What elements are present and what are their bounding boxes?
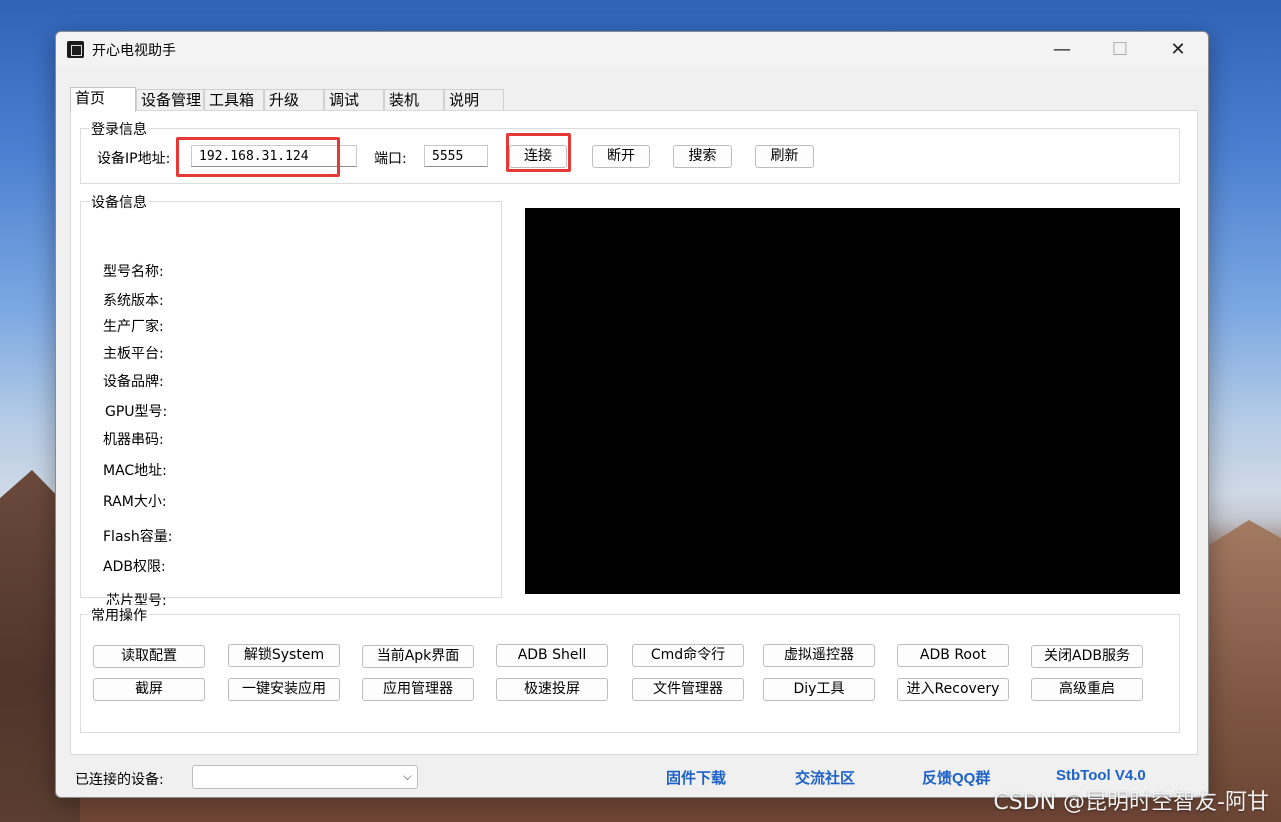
- current-apk-button[interactable]: 当前Apk界面: [362, 645, 474, 668]
- app-manager-button[interactable]: 应用管理器: [362, 678, 474, 701]
- enter-recovery-button[interactable]: 进入Recovery: [897, 678, 1009, 701]
- fast-cast-button[interactable]: 极速投屏: [496, 678, 608, 701]
- tab-device-management[interactable]: 设备管理: [136, 89, 204, 110]
- tab-help[interactable]: 说明: [444, 89, 504, 110]
- one-click-install-button[interactable]: 一键安装应用: [228, 678, 340, 701]
- info-model-name: 型号名称:: [103, 264, 164, 280]
- cmd-button[interactable]: Cmd命令行: [632, 644, 744, 667]
- tab-debug[interactable]: 调试: [324, 89, 384, 110]
- screen-preview[interactable]: [525, 208, 1180, 594]
- file-manager-button[interactable]: 文件管理器: [632, 678, 744, 701]
- info-ram: RAM大小:: [103, 494, 167, 510]
- tab-toolbox[interactable]: 工具箱: [204, 89, 264, 110]
- connected-devices-combo[interactable]: ⌵: [192, 765, 418, 789]
- connect-highlight-box: [506, 133, 571, 172]
- adb-root-button[interactable]: ADB Root: [897, 644, 1009, 667]
- info-manufacturer: 生产厂家:: [103, 319, 164, 335]
- connected-devices-label: 已连接的设备:: [75, 772, 164, 788]
- version-link[interactable]: StbTool V4.0: [1056, 767, 1146, 784]
- adb-shell-button[interactable]: ADB Shell: [496, 644, 608, 667]
- window-title: 开心电视助手: [92, 43, 176, 59]
- virtual-remote-button[interactable]: 虚拟遥控器: [763, 644, 875, 667]
- info-flash: Flash容量:: [103, 529, 173, 545]
- title-bar: 开心电视助手 — ☐ ✕: [56, 32, 1208, 68]
- info-brand: 设备品牌:: [103, 374, 164, 390]
- background-mountain-right: [1201, 520, 1281, 822]
- port-label: 端口:: [374, 151, 407, 167]
- close-button[interactable]: ✕: [1158, 38, 1198, 62]
- advanced-reboot-button[interactable]: 高级重启: [1031, 678, 1143, 701]
- search-button[interactable]: 搜索: [673, 145, 732, 168]
- operations-group: 常用操作 读取配置 解锁System 当前Apk界面 ADB Shell Cmd…: [80, 605, 1180, 733]
- home-page: 登录信息 设备IP地址: 192.168.31.124 端口: 5555 连接 …: [70, 110, 1198, 755]
- login-group-title: 登录信息: [89, 119, 149, 139]
- screenshot-button[interactable]: 截屏: [93, 678, 205, 701]
- watermark: CSDN @昆明时空智友-阿甘: [993, 790, 1269, 815]
- refresh-button[interactable]: 刷新: [755, 145, 814, 168]
- app-icon: [67, 41, 84, 58]
- tab-upgrade[interactable]: 升级: [264, 89, 324, 110]
- close-adb-service-button[interactable]: 关闭ADB服务: [1031, 645, 1143, 668]
- info-system-version: 系统版本:: [103, 293, 164, 309]
- feedback-qq-link[interactable]: 反馈QQ群: [922, 767, 990, 788]
- operations-group-title: 常用操作: [89, 605, 149, 625]
- ip-label: 设备IP地址:: [97, 151, 171, 167]
- unlock-system-button[interactable]: 解锁System: [228, 644, 340, 667]
- app-window: 开心电视助手 — ☐ ✕ 首页 设备管理 工具箱 升级 调试 装机 说明 登录信…: [55, 31, 1209, 798]
- ip-highlight-box: [176, 137, 340, 177]
- disconnect-button[interactable]: 断开: [592, 145, 650, 168]
- minimize-button[interactable]: —: [1042, 38, 1082, 62]
- info-gpu-model: GPU型号:: [105, 404, 168, 420]
- chevron-down-icon: ⌵: [402, 769, 412, 783]
- tab-install[interactable]: 装机: [384, 89, 444, 110]
- info-mac: MAC地址:: [103, 463, 167, 479]
- community-link[interactable]: 交流社区: [795, 767, 855, 788]
- read-config-button[interactable]: 读取配置: [93, 645, 205, 668]
- diy-tools-button[interactable]: Diy工具: [763, 678, 875, 701]
- info-adb-permission: ADB权限:: [103, 559, 166, 575]
- maximize-button[interactable]: ☐: [1100, 38, 1140, 62]
- device-info-group-title: 设备信息: [89, 192, 149, 212]
- tab-home[interactable]: 首页: [70, 87, 136, 112]
- firmware-download-link[interactable]: 固件下载: [666, 767, 726, 788]
- info-serial: 机器串码:: [103, 432, 164, 448]
- port-input[interactable]: 5555: [424, 145, 488, 167]
- info-board-platform: 主板平台:: [103, 346, 164, 362]
- login-group: 登录信息 设备IP地址: 192.168.31.124 端口: 5555 连接 …: [80, 119, 1180, 184]
